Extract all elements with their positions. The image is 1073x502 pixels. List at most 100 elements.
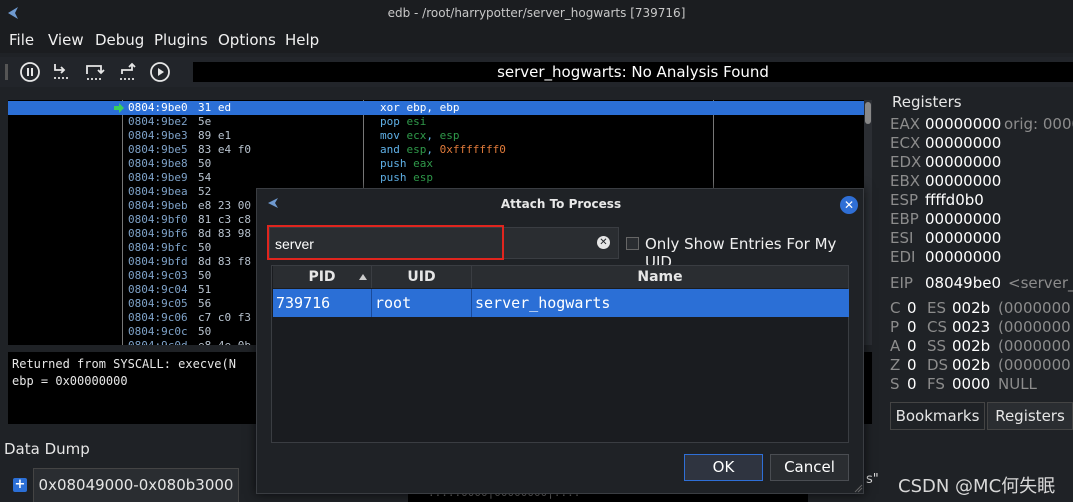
segment-value: 002b: [952, 337, 991, 355]
instruction-address: 0804:9c04: [128, 283, 188, 296]
instruction-token: push: [380, 171, 414, 184]
instruction-address: 0804:9bf0: [128, 213, 188, 226]
step-out-icon[interactable]: [116, 60, 140, 84]
register-line[interactable]: EDX 00000000: [890, 153, 1004, 172]
instruction-text: push eax: [380, 157, 433, 171]
resize-grip-icon[interactable]: [853, 483, 863, 493]
column-header-uid[interactable]: UID: [372, 266, 472, 288]
tab-registers[interactable]: Registers: [987, 402, 1073, 430]
data-dump-title: Data Dump: [4, 440, 90, 458]
table-row[interactable]: 739716 root server_hogwarts: [273, 289, 849, 317]
instruction-address: 0804:9be5: [128, 143, 188, 156]
instruction-bytes: 50: [198, 157, 212, 170]
register-annotation: <server_h: [1008, 274, 1073, 292]
instruction-address: 0804:9bfc: [128, 241, 188, 254]
window-title: edb - /root/harrypotter/server_hogwarts …: [387, 6, 686, 20]
register-line[interactable]: P 0 CS 0023 (0000000: [890, 318, 1071, 337]
only-my-uid-checkbox[interactable]: [626, 237, 639, 250]
register-line[interactable]: ECX 00000000: [890, 134, 1004, 153]
register-line[interactable]: Z 0 DS 002b (0000000: [890, 356, 1071, 375]
run-icon[interactable]: [148, 60, 172, 84]
instruction-token: esp: [406, 143, 427, 156]
instruction-token: xor ebp, ebp: [380, 101, 460, 114]
segment-name: CS: [927, 318, 947, 336]
data-dump-tab[interactable]: 0x08049000-0x080b3000: [33, 468, 239, 502]
column-header-pid[interactable]: PID: [273, 266, 372, 288]
ok-button[interactable]: OK: [684, 454, 763, 481]
column-header-name[interactable]: Name: [472, 266, 849, 288]
instruction-bytes: 50: [198, 325, 212, 338]
segment-annotation: NULL: [998, 375, 1037, 393]
register-line[interactable]: EIP 08049be0 <server_h: [890, 274, 1073, 293]
disassembly-row[interactable]: 0804:9be9 54 push esp: [8, 171, 864, 185]
pause-icon[interactable]: [18, 60, 42, 84]
instruction-address: 0804:9be8: [128, 157, 188, 170]
instruction-bytes: e8 4e 0b: [198, 339, 251, 345]
disassembly-row[interactable]: 0804:9be5 83 e4 f0 and esp, 0xfffffff0: [8, 143, 864, 157]
segment-value: 002b: [952, 356, 991, 374]
scrollbar-thumb[interactable]: [865, 102, 871, 124]
register-line[interactable]: S 0 FS 0000 NULL: [890, 375, 1037, 394]
instruction-address: 0804:9be3: [128, 129, 188, 142]
register-value: 00000000: [925, 210, 1002, 228]
instruction-address: 0804:9bfd: [128, 255, 188, 268]
instruction-address: 0804:9be9: [128, 171, 188, 184]
instruction-bytes: 83 e4 f0: [198, 143, 251, 156]
register-line[interactable]: A 0 SS 002b (0000000: [890, 337, 1071, 356]
register-name: EAX: [890, 115, 921, 133]
instruction-bytes: 89 e1: [198, 129, 232, 142]
register-line[interactable]: EBP 00000000: [890, 210, 1004, 229]
instruction-bytes: 52: [198, 185, 212, 198]
segment-annotation: (0000000: [998, 318, 1071, 336]
disassembly-row[interactable]: 0804:9be0 31 ed xor ebp, ebp: [8, 101, 864, 115]
instruction-address: 0804:9c06: [128, 311, 188, 324]
instruction-token: esi: [406, 115, 427, 128]
disassembly-scrollbar[interactable]: [864, 100, 872, 345]
segment-name: DS: [927, 356, 949, 374]
register-name: ESP: [890, 191, 919, 209]
data-dump-text: s": [866, 472, 879, 487]
toolbar-grip-icon: [5, 64, 8, 80]
disassembly-row[interactable]: 0804:9be3 89 e1 mov ecx, esp: [8, 129, 864, 143]
flag-name: A: [890, 337, 901, 355]
menu-debug[interactable]: Debug: [95, 31, 144, 49]
disassembly-row[interactable]: 0804:9be8 50 push eax: [8, 157, 864, 171]
instruction-bytes: 81 c3 c8: [198, 213, 251, 226]
flag-value: 0: [907, 318, 917, 336]
register-name: ESI: [890, 229, 914, 247]
menu-options[interactable]: Options: [218, 31, 276, 49]
tab-bookmarks[interactable]: Bookmarks: [890, 402, 985, 430]
disassembly-row[interactable]: 0804:9be2 5e pop esi: [8, 115, 864, 129]
menu-view[interactable]: View: [48, 31, 84, 49]
clear-icon[interactable]: ✕: [597, 236, 610, 249]
register-line[interactable]: ESI 00000000: [890, 229, 1004, 248]
segment-value: 0000: [952, 375, 991, 393]
instruction-token: ecx: [406, 129, 427, 142]
segment-value: 0023: [952, 318, 991, 336]
instruction-token: mov: [380, 129, 407, 142]
register-line[interactable]: EAX00000000orig: 0000: [890, 115, 1073, 134]
instruction-address: 0804:9c0c: [128, 325, 188, 338]
close-icon[interactable]: ✕: [840, 196, 858, 214]
cancel-button[interactable]: Cancel: [770, 454, 849, 481]
step-into-icon[interactable]: [50, 60, 74, 84]
current-instruction-arrow-icon: [114, 103, 124, 113]
menu-plugins[interactable]: Plugins: [154, 31, 208, 49]
instruction-token: 0xfffffff0: [439, 143, 506, 156]
register-line[interactable]: EBX 00000000: [890, 172, 1004, 191]
menu-help[interactable]: Help: [285, 31, 319, 49]
instruction-bytes: 8d 83 f8: [198, 255, 251, 268]
add-tab-icon[interactable]: +: [13, 478, 27, 492]
menu-file[interactable]: File: [9, 31, 34, 49]
instruction-bytes: 5e: [198, 115, 212, 128]
dialog-title: Attach To Process: [500, 197, 622, 211]
flag-name: C: [890, 299, 901, 317]
instruction-bytes: c7 c0 f3: [198, 311, 251, 324]
register-line[interactable]: C 0 ES 002b (0000000: [890, 299, 1071, 318]
register-line[interactable]: ESP ffffd0b0: [890, 191, 1004, 210]
register-line[interactable]: EDI 00000000: [890, 248, 1004, 267]
annotation-highlight-box: [267, 225, 504, 260]
step-over-icon[interactable]: [83, 60, 107, 84]
instruction-bytes: 31 ed: [198, 101, 232, 114]
register-value: 00000000: [925, 172, 1002, 190]
